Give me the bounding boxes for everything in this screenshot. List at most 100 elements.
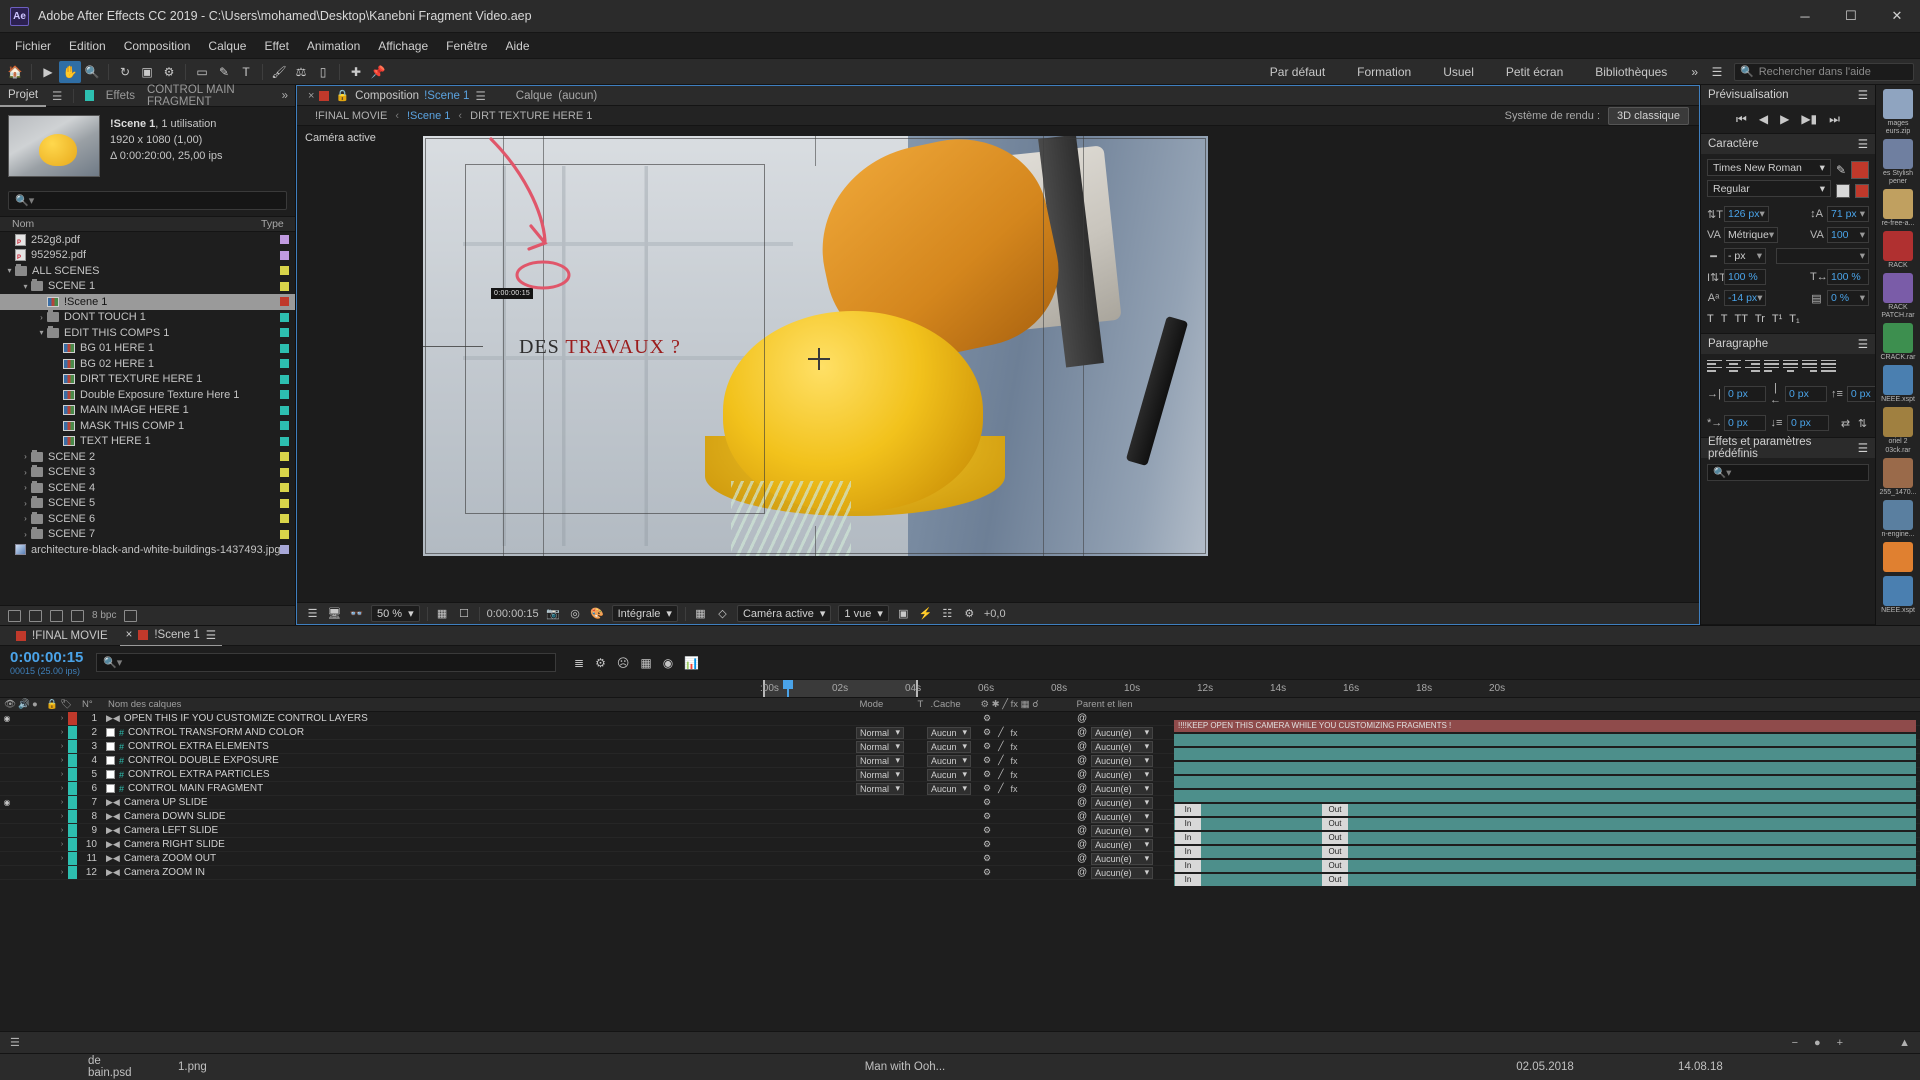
align-center-icon[interactable] (1726, 359, 1741, 372)
toggle-switches-modes-icon[interactable]: ☰ (10, 1036, 20, 1049)
collapse-transformations-icon[interactable]: ⚙ (983, 839, 991, 850)
graph-editor-icon[interactable]: 📊 (684, 656, 699, 670)
column-t[interactable]: T (914, 699, 927, 710)
prev-frame-icon[interactable]: ◀ (1759, 112, 1768, 126)
menu-item-fichier[interactable]: Fichier (6, 35, 60, 57)
blend-mode-select[interactable]: Normal▾ (856, 727, 904, 739)
hide-shy-layers-icon[interactable]: ☹ (617, 656, 630, 670)
view-select[interactable]: Caméra active ▾ (737, 605, 831, 622)
rotation-tool-icon[interactable]: ↻ (114, 61, 136, 83)
fill-color-swatch[interactable] (1851, 161, 1869, 179)
layer-in-marker[interactable]: In (1175, 874, 1201, 886)
channels-icon[interactable]: 🎨 (590, 607, 605, 621)
disclosure-triangle-icon[interactable]: › (56, 813, 68, 820)
parent-select[interactable]: Aucun(e)▾ (1091, 769, 1153, 781)
puppet-pin-tool-icon[interactable]: 📌 (367, 61, 389, 83)
video-toggle-icon[interactable]: ◉ (0, 798, 14, 807)
parent-cell[interactable]: @Aucun(e)▾ (1073, 741, 1169, 753)
parent-cell[interactable]: @Aucun(e)▾ (1073, 839, 1169, 851)
eraser-tool-icon[interactable]: ▯ (312, 61, 334, 83)
baseline-shift-field[interactable]: -14 px ▾ (1724, 290, 1766, 306)
text-style-button-4[interactable]: T¹ (1772, 313, 1782, 325)
label-color-swatch[interactable] (280, 297, 289, 306)
disclosure-triangle-icon[interactable]: › (56, 729, 68, 736)
project-item-row[interactable]: BG 01 HERE 1 (0, 341, 295, 357)
blend-mode-select[interactable]: Normal▾ (856, 783, 904, 795)
disclosure-triangle-icon[interactable]: › (56, 785, 68, 792)
layer-name-cell[interactable]: ▶◀Camera UP SLIDE (102, 797, 856, 808)
layer-color-swatch[interactable] (68, 726, 77, 739)
collapse-transformations-icon[interactable]: ⚙ (983, 783, 991, 794)
project-settings-icon[interactable] (71, 610, 84, 622)
layer-mode-cell[interactable]: Normal▾ (856, 727, 914, 739)
parent-select[interactable]: Aucun(e)▾ (1091, 741, 1153, 753)
disclosure-triangle-icon[interactable]: › (56, 799, 68, 806)
parent-select[interactable]: Aucun(e)▾ (1091, 867, 1153, 879)
color-depth-label[interactable]: 8 bpc (92, 610, 116, 621)
comp-button-icon[interactable]: ▲ (1899, 1037, 1910, 1049)
parent-cell[interactable]: @Aucun(e)▾ (1073, 825, 1169, 837)
parent-select[interactable]: Aucun(e)▾ (1091, 839, 1153, 851)
project-item-row[interactable]: architecture-black-and-white-buildings-1… (0, 542, 295, 558)
desktop-icon[interactable]: NEEE.xspt (1878, 576, 1919, 615)
project-item-row[interactable]: ▾ALL SCENES (0, 263, 295, 279)
timeline-layer-row[interactable]: ◉›1▶◀OPEN THIS IF YOU CUSTOMIZE CONTROL … (0, 712, 1920, 726)
timeline-panel-menu-icon[interactable]: ☰ (206, 628, 216, 642)
pick-whip-icon[interactable]: @ (1077, 811, 1087, 822)
desktop-icon[interactable]: 255_1470... (1878, 458, 1919, 497)
always-preview-icon[interactable]: ☰ (305, 607, 320, 621)
workspace-usuel[interactable]: Usuel (1427, 61, 1490, 83)
menu-item-affichage[interactable]: Affichage (369, 35, 437, 57)
label-color-swatch[interactable] (280, 344, 289, 353)
effects-search-input[interactable]: 🔍▾ (1707, 464, 1869, 481)
column-type[interactable]: Type (261, 218, 295, 230)
menu-item-animation[interactable]: Animation (298, 35, 369, 57)
layer-duration-bar[interactable] (1174, 874, 1916, 886)
parent-select[interactable]: Aucun(e)▾ (1091, 797, 1153, 809)
text-style-button-3[interactable]: Tr (1755, 313, 1765, 325)
tab-projet[interactable]: Projet (0, 85, 46, 107)
effects-icon[interactable]: fx (1011, 784, 1018, 794)
disclosure-triangle-icon[interactable]: › (56, 715, 68, 722)
desktop-icon[interactable]: re-free-a... (1878, 189, 1919, 228)
label-color-swatch[interactable] (280, 499, 289, 508)
layer-name-cell[interactable]: ▶◀Camera DOWN SLIDE (102, 811, 856, 822)
track-matte-cell[interactable]: Aucun▾ (927, 769, 977, 781)
text-direction-icon[interactable]: ⇄ (1839, 417, 1852, 430)
pick-whip-icon[interactable]: @ (1077, 713, 1087, 724)
collapse-transformations-icon[interactable]: ⚙ (983, 825, 991, 836)
pick-whip-icon[interactable]: @ (1077, 797, 1087, 808)
zoom-tool-icon[interactable]: 🔍 (81, 61, 103, 83)
layer-duration-bar[interactable] (1174, 846, 1916, 858)
text-direction-rtl-icon[interactable]: ⇅ (1856, 417, 1869, 430)
effects-icon[interactable]: fx (1011, 756, 1018, 766)
timeline-tab-final-movie[interactable]: !FINAL MOVIE (10, 627, 114, 645)
layer-color-swatch[interactable] (68, 782, 77, 795)
composition-canvas[interactable]: 0:00:00:15 DES TRAVAUX ? (423, 136, 1208, 556)
layer-duration-bar[interactable] (1174, 748, 1916, 760)
collapse-transformations-icon[interactable]: ⚙ (983, 713, 991, 724)
label-color-swatch[interactable] (280, 421, 289, 430)
delete-icon[interactable] (124, 610, 137, 622)
layer-out-marker[interactable]: Out (1322, 804, 1348, 816)
monitor-icon[interactable]: 🖥 (327, 607, 342, 621)
project-item-row[interactable]: 252g8.pdf (0, 232, 295, 248)
timeline-icon[interactable]: ☷ (940, 607, 955, 621)
layer-duration-bar[interactable]: !!!!KEEP OPEN THIS CAMERA WHILE YOU CUST… (1174, 720, 1916, 732)
layer-name-cell[interactable]: ▶◀Camera ZOOM OUT (102, 853, 856, 864)
collapse-transformations-icon[interactable]: ⚙ (983, 853, 991, 864)
zoom-slider[interactable]: ● (1814, 1037, 1821, 1049)
collapse-transformations-icon[interactable]: ⚙ (983, 811, 991, 822)
parent-cell[interactable]: @Aucun(e)▾ (1073, 853, 1169, 865)
render-system-button[interactable]: 3D classique (1608, 107, 1689, 125)
help-search-input[interactable]: 🔍 Rechercher dans l'aide (1734, 63, 1914, 81)
quality-icon[interactable]: ╱ (998, 741, 1003, 752)
indent-left-field[interactable]: 0 px (1724, 386, 1766, 402)
font-size-field[interactable]: 126 px ▾ (1724, 206, 1769, 222)
show-snapshot-icon[interactable]: ◎ (568, 607, 583, 621)
layer-name-cell[interactable]: #CONTROL EXTRA PARTICLES (102, 769, 856, 780)
quality-icon[interactable]: ╱ (998, 769, 1003, 780)
stroke-style-select[interactable]: ▾ (1776, 248, 1869, 264)
pick-whip-icon[interactable]: @ (1077, 783, 1087, 794)
layer-mode-cell[interactable]: Normal▾ (856, 769, 914, 781)
